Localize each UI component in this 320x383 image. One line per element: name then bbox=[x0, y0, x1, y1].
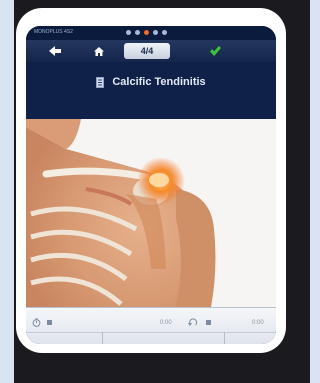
stopwatch-icon[interactable] bbox=[32, 318, 41, 327]
toolbar: 4/4 bbox=[26, 40, 276, 62]
status-bar: MONOPLUS 4S2 bbox=[26, 26, 276, 40]
right-time-label: 0:00 bbox=[252, 320, 264, 326]
replay-icon[interactable] bbox=[188, 318, 198, 327]
stop-icon[interactable] bbox=[47, 320, 52, 325]
page-title: Calcific Tendinitis bbox=[112, 76, 206, 88]
title-row: Calcific Tendinitis bbox=[26, 70, 276, 94]
left-time-label: 0:00 bbox=[160, 320, 172, 326]
page-dot[interactable] bbox=[162, 30, 167, 35]
home-icon bbox=[94, 46, 104, 56]
page-dot-active[interactable] bbox=[144, 30, 149, 35]
page-dot[interactable] bbox=[126, 30, 131, 35]
back-button[interactable] bbox=[40, 43, 70, 59]
media-player-bar: 0:00 0:00 bbox=[26, 307, 276, 344]
status-left-text: MONOPLUS 4S2 bbox=[34, 29, 73, 35]
home-button[interactable] bbox=[84, 43, 114, 59]
stop-icon[interactable] bbox=[206, 320, 211, 325]
device-frame: MONOPLUS 4S2 4/4 Calcific Tendinitis 0:0… bbox=[16, 8, 286, 353]
page-dot[interactable] bbox=[135, 30, 140, 35]
page-dots bbox=[126, 30, 167, 35]
app-screen: MONOPLUS 4S2 4/4 Calcific Tendinitis 0:0… bbox=[26, 26, 276, 344]
shoulder-anatomy-illustration bbox=[26, 119, 276, 307]
page-dot[interactable] bbox=[153, 30, 158, 35]
document-icon bbox=[96, 76, 105, 88]
page-indicator[interactable]: 4/4 bbox=[124, 43, 170, 59]
anatomy-image bbox=[26, 119, 276, 307]
timeline-tick bbox=[224, 332, 225, 344]
arrow-left-icon bbox=[49, 46, 61, 56]
confirm-button[interactable] bbox=[200, 43, 230, 59]
timeline-track[interactable] bbox=[26, 332, 276, 333]
timeline-tick bbox=[102, 332, 103, 344]
checkmark-icon bbox=[209, 46, 221, 56]
